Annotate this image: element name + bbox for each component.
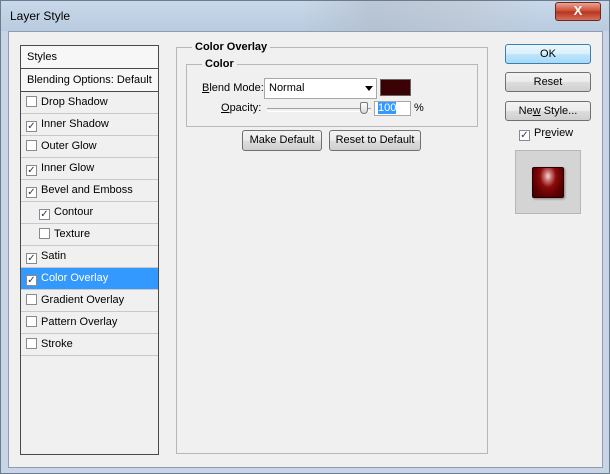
title-bar[interactable]: Layer Style X [1, 1, 609, 31]
blend-mode-select[interactable]: Normal [264, 78, 377, 99]
color-group-title: Color [202, 58, 237, 70]
chevron-down-icon [365, 86, 373, 91]
reset-button[interactable]: Reset [505, 72, 591, 92]
blend-mode-value: Normal [269, 82, 305, 94]
panel-title: Color Overlay [192, 41, 271, 53]
opacity-value: 100 [378, 102, 397, 114]
styles-header[interactable]: Styles [20, 45, 159, 69]
make-default-button[interactable]: Make Default [242, 130, 322, 151]
close-icon: X [573, 3, 583, 18]
opacity-label: Opacity: [221, 102, 262, 114]
preview-check-icon[interactable]: ✓ [519, 130, 530, 141]
dialog-window: Layer Style X Styles Blending Options: D… [0, 0, 610, 474]
blend-mode-label-rest: lend Mode: [209, 82, 264, 94]
opacity-unit: % [414, 102, 424, 114]
blend-mode-label: Blend Mode: [202, 82, 264, 94]
new-style-button[interactable]: New Style... [505, 101, 591, 121]
dialog-body: Styles Blending Options: Default Drop Sh… [8, 31, 603, 468]
ok-button[interactable]: OK [505, 44, 591, 64]
opacity-slider-track[interactable] [267, 108, 371, 112]
preview-checkbox[interactable]: ✓ Preview [519, 127, 573, 141]
preview-label: Preview [534, 127, 574, 139]
preview-style-swatch [532, 167, 564, 198]
styles-list-border [20, 68, 159, 455]
close-button[interactable]: X [555, 2, 601, 21]
overlay-color-swatch[interactable] [380, 79, 411, 96]
reset-to-default-button[interactable]: Reset to Default [329, 130, 421, 151]
preview-thumbnail [515, 150, 581, 214]
opacity-input[interactable]: 100 [374, 101, 411, 116]
styles-header-label: Styles [27, 51, 57, 63]
opacity-slider-thumb[interactable] [360, 102, 368, 114]
window-title: Layer Style [10, 9, 71, 23]
new-style-label: New Style... [518, 105, 578, 117]
